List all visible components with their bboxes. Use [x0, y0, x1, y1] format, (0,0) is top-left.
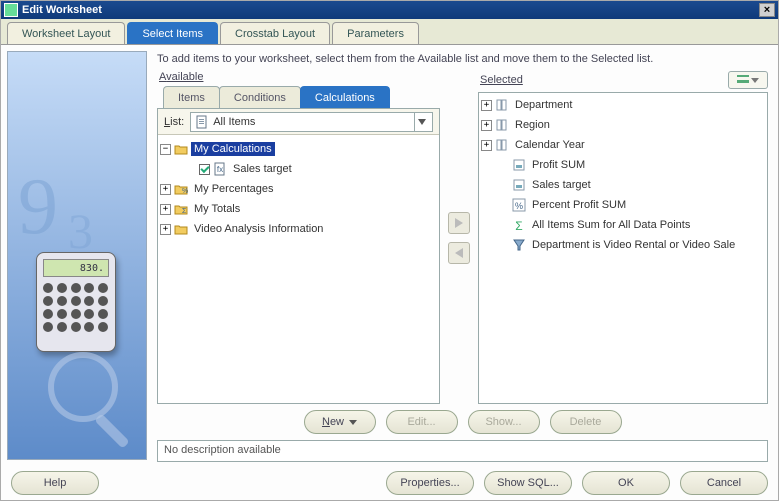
selected-profit-sum[interactable]: Profit SUM	[529, 158, 588, 172]
selected-label: Selected	[480, 74, 523, 86]
decorative-sidebar: 9 3 830.	[7, 51, 147, 460]
subtab-calculations[interactable]: Calculations	[300, 86, 390, 108]
folder-icon: %	[174, 182, 188, 196]
delete-button[interactable]: Delete	[550, 410, 622, 434]
item-action-row: New Edit... Show... Delete	[157, 404, 768, 438]
top-tab-bar: Worksheet Layout Select Items Crosstab L…	[1, 19, 778, 45]
percent-icon: %	[512, 198, 526, 212]
axis-icon	[495, 98, 509, 112]
svg-text:%: %	[515, 201, 523, 211]
view-mode-button[interactable]	[728, 71, 768, 89]
close-icon[interactable]: ×	[759, 3, 775, 17]
properties-button[interactable]: Properties...	[386, 471, 474, 495]
list-label: List:	[164, 116, 184, 128]
svg-text:Σ: Σ	[182, 208, 187, 215]
selected-region[interactable]: Region	[512, 118, 553, 132]
calc-item-icon: fx	[213, 162, 227, 176]
tab-worksheet-layout[interactable]: Worksheet Layout	[7, 22, 125, 44]
description-box: No description available	[157, 440, 768, 462]
available-tree[interactable]: − My Calculations fx	[158, 135, 439, 403]
show-button[interactable]: Show...	[468, 410, 540, 434]
tree-node-my-percentages[interactable]: My Percentages	[191, 182, 276, 196]
chevron-down-icon[interactable]	[414, 113, 428, 131]
selected-condition[interactable]: Department is Video Rental or Video Sale	[529, 238, 738, 252]
folder-icon	[174, 222, 188, 236]
items-icon	[195, 115, 209, 129]
transfer-buttons	[444, 71, 474, 404]
chevron-down-icon	[751, 78, 759, 83]
expander-icon[interactable]: +	[160, 204, 171, 215]
expander-icon[interactable]: −	[160, 144, 171, 155]
svg-text:fx: fx	[217, 165, 223, 174]
magnifier-image	[48, 352, 118, 422]
selected-department[interactable]: Department	[512, 98, 575, 112]
tab-crosstab-layout[interactable]: Crosstab Layout	[220, 22, 330, 44]
tab-parameters[interactable]: Parameters	[332, 22, 419, 44]
folder-icon: Σ	[174, 202, 188, 216]
svg-text:%: %	[182, 188, 188, 195]
checkbox-icon[interactable]	[199, 164, 210, 175]
selected-percent-profit-sum[interactable]: Percent Profit SUM	[529, 198, 629, 212]
tree-node-my-calculations[interactable]: My Calculations	[191, 142, 275, 156]
edit-button[interactable]: Edit...	[386, 410, 458, 434]
available-subtabs: Items Conditions Calculations	[163, 86, 440, 108]
axis-icon	[495, 138, 509, 152]
title-bar: Edit Worksheet ×	[1, 1, 778, 19]
axis-icon	[495, 118, 509, 132]
list-combo-value: All Items	[213, 116, 255, 128]
selected-tree[interactable]: + Department + Region + Calendar	[478, 92, 768, 404]
tree-node-sales-target[interactable]: Sales target	[230, 162, 295, 176]
expander-icon[interactable]: +	[160, 184, 171, 195]
selected-sales-target[interactable]: Sales target	[529, 178, 594, 192]
cancel-button[interactable]: Cancel	[680, 471, 768, 495]
expander-icon[interactable]: +	[160, 224, 171, 235]
expander-icon[interactable]: +	[481, 140, 492, 151]
tree-node-video-analysis[interactable]: Video Analysis Information	[191, 222, 326, 236]
available-label: Available	[159, 71, 203, 83]
selected-all-items-sum[interactable]: All Items Sum for All Data Points	[529, 218, 693, 232]
measure-icon	[512, 158, 526, 172]
window-title: Edit Worksheet	[22, 4, 102, 16]
subtab-conditions[interactable]: Conditions	[219, 86, 301, 108]
list-combo[interactable]: All Items	[190, 112, 433, 132]
move-right-button[interactable]	[448, 212, 470, 234]
new-button[interactable]: New	[304, 410, 376, 434]
instruction-text: To add items to your worksheet, select t…	[157, 53, 768, 65]
help-button[interactable]: Help	[11, 471, 99, 495]
svg-text:Σ: Σ	[515, 219, 522, 232]
tab-select-items[interactable]: Select Items	[127, 22, 218, 44]
show-sql-button[interactable]: Show SQL...	[484, 471, 572, 495]
chevron-down-icon	[349, 420, 357, 425]
app-icon	[4, 3, 18, 17]
folder-icon	[174, 142, 188, 156]
expander-icon[interactable]: +	[481, 120, 492, 131]
expander-icon[interactable]: +	[481, 100, 492, 111]
tree-node-my-totals[interactable]: My Totals	[191, 202, 243, 216]
measure-icon	[512, 178, 526, 192]
move-left-button[interactable]	[448, 242, 470, 264]
dialog-footer: Help Properties... Show SQL... OK Cancel	[1, 466, 778, 500]
selected-calendar-year[interactable]: Calendar Year	[512, 138, 588, 152]
calculator-image: 830.	[36, 252, 116, 352]
list-icon	[737, 75, 749, 83]
subtab-items[interactable]: Items	[163, 86, 220, 108]
sigma-icon: Σ	[512, 218, 526, 232]
ok-button[interactable]: OK	[582, 471, 670, 495]
filter-icon	[512, 238, 526, 252]
